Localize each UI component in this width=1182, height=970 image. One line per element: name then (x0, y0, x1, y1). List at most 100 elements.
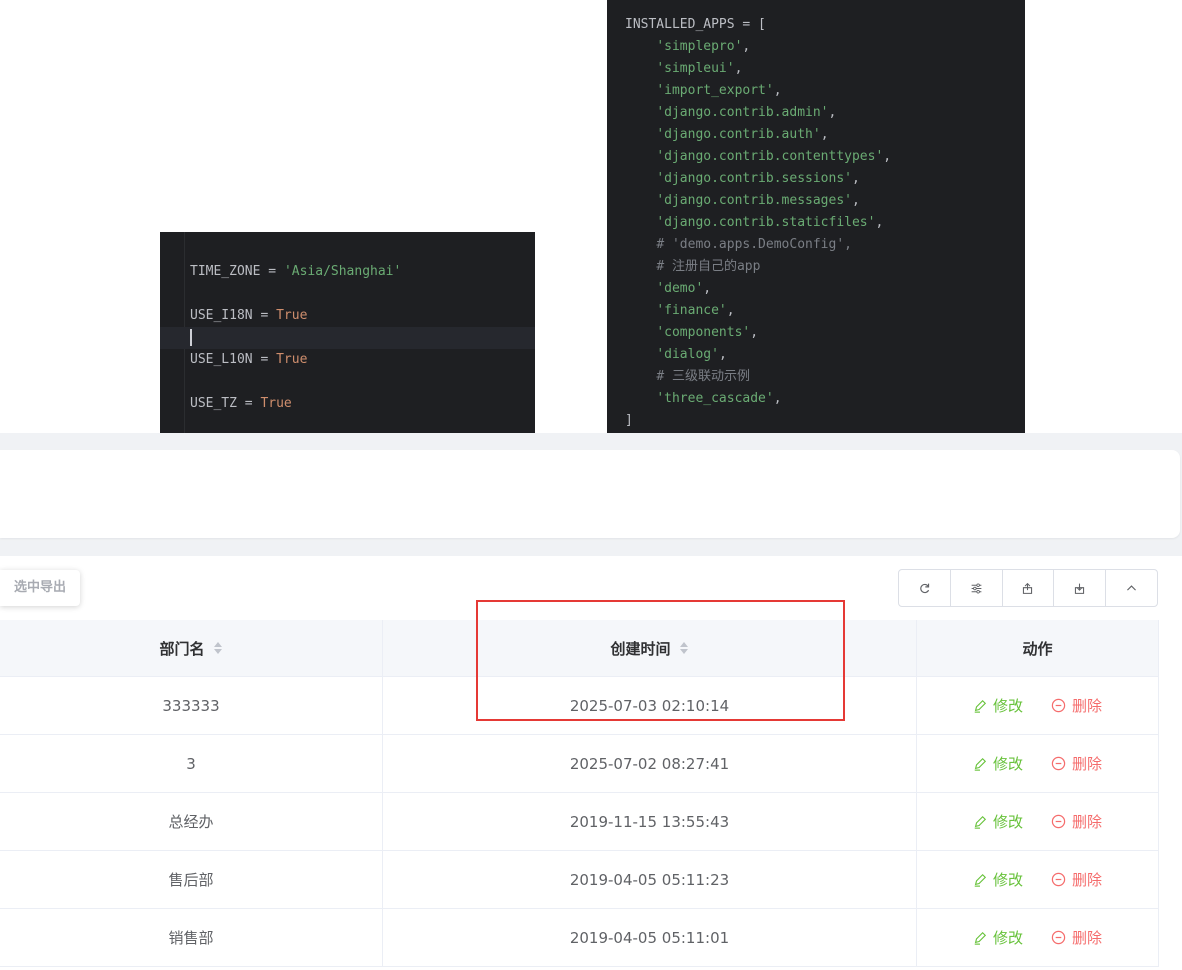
code-line: 'django.contrib.staticfiles', (607, 212, 1025, 234)
code-line: 'dialog', (607, 344, 1025, 366)
edit-label: 修改 (992, 929, 1023, 947)
code-identifier: USE_L10N (190, 352, 253, 367)
sort-icon[interactable] (679, 641, 689, 655)
minus-circle-icon (1051, 698, 1066, 713)
filter-columns-button[interactable] (951, 570, 1003, 606)
code-punctuation: , (851, 193, 860, 208)
code-punctuation: , (734, 61, 743, 76)
refresh-button[interactable] (899, 570, 951, 606)
code-line: USE_L10N = True (160, 349, 535, 371)
delete-button[interactable]: 删除 (1051, 869, 1102, 890)
code-punctuation: , (718, 347, 727, 362)
code-text: 'django.contrib.admin' (656, 105, 829, 120)
code-text: 'import_export' (656, 83, 774, 98)
code-text: 'demo' (656, 281, 704, 296)
code-text: 'finance' (656, 303, 727, 318)
code-text: # 三级联动示例 (656, 369, 750, 384)
code-line: USE_I18N = True (160, 305, 535, 327)
header-actions: 动作 (917, 620, 1159, 676)
code-line: 'django.contrib.contenttypes', (607, 146, 1025, 168)
code-punctuation: , (875, 215, 884, 230)
code-line: 'django.contrib.admin', (607, 102, 1025, 124)
code-punctuation: , (820, 127, 829, 142)
cell-actions: 修改 删除 (917, 909, 1159, 966)
code-line: 'finance', (607, 300, 1025, 322)
code-punctuation: , (703, 281, 712, 296)
edit-icon (974, 757, 987, 771)
header-department[interactable]: 部门名 (0, 620, 383, 676)
edit-button[interactable]: 修改 (973, 869, 1023, 890)
edit-button[interactable]: 修改 (973, 927, 1023, 948)
edit-button[interactable]: 修改 (973, 753, 1023, 774)
edit-label: 修改 (992, 697, 1023, 715)
cell-department: 售后部 (0, 851, 383, 908)
code-value: 'Asia/Shanghai' (283, 264, 402, 279)
delete-label: 删除 (1072, 871, 1103, 889)
code-line: 'django.contrib.sessions', (607, 168, 1025, 190)
code-text: 'django.contrib.contenttypes' (656, 149, 884, 164)
code-identifier: USE_I18N (190, 308, 253, 323)
code-text: # 注册自己的app (656, 259, 761, 274)
import-button[interactable] (1054, 570, 1107, 606)
header-created-time-label: 创建时间 (610, 639, 671, 658)
edit-label: 修改 (992, 813, 1023, 831)
minus-circle-icon (1051, 756, 1066, 771)
code-text: INSTALLED_APPS = [ (625, 17, 766, 32)
export-button[interactable] (1003, 570, 1055, 606)
edit-button[interactable]: 修改 (973, 811, 1023, 832)
cell-actions: 修改 删除 (917, 793, 1159, 850)
collapse-icon (1127, 584, 1137, 591)
collapse-button[interactable] (1106, 570, 1157, 606)
edit-label: 修改 (992, 871, 1023, 889)
table-header-row: 部门名 创建时间 动作 (0, 620, 1159, 677)
code-punctuation: , (773, 83, 782, 98)
code-operator: = (252, 352, 277, 367)
code-punctuation: , (773, 391, 782, 406)
installed-apps-code-snippet: INSTALLED_APPS = [ 'simplepro', 'simpleu… (607, 0, 1025, 433)
delete-button[interactable]: 删除 (1051, 927, 1102, 948)
cell-actions: 修改 删除 (917, 851, 1159, 908)
delete-button[interactable]: 删除 (1051, 695, 1102, 716)
code-text: 'django.contrib.sessions' (656, 171, 852, 186)
code-punctuation: , (828, 105, 837, 120)
code-punctuation: , (750, 325, 759, 340)
header-created-time[interactable]: 创建时间 (383, 620, 917, 676)
code-line: 'three_cascade', (607, 388, 1025, 410)
code-line: 'import_export', (607, 80, 1025, 102)
cell-actions: 修改 删除 (917, 677, 1159, 734)
header-actions-label: 动作 (1022, 639, 1053, 658)
code-line: 'django.contrib.messages', (607, 190, 1025, 212)
refresh-icon (920, 583, 930, 593)
delete-button[interactable]: 删除 (1051, 811, 1102, 832)
delete-button[interactable]: 删除 (1051, 753, 1102, 774)
sort-icon[interactable] (213, 641, 223, 655)
table-row: 3 2025-07-02 08:27:41 修改 删除 (0, 735, 1159, 793)
code-punctuation: , (883, 149, 892, 164)
code-line: 'simplepro', (607, 36, 1025, 58)
code-line (160, 327, 535, 349)
edit-button[interactable]: 修改 (973, 695, 1023, 716)
export-selected-button[interactable]: 选中导出 (0, 570, 80, 606)
minus-circle-icon (1051, 872, 1066, 887)
code-identifier: TIME_ZONE (190, 264, 261, 279)
code-text: 'simplepro' (656, 39, 743, 54)
table-row: 销售部 2019-04-05 05:11:01 修改 删除 (0, 909, 1159, 967)
delete-label: 删除 (1072, 697, 1103, 715)
code-punctuation: , (742, 39, 751, 54)
table-toolbar (898, 569, 1158, 607)
code-line: 'components', (607, 322, 1025, 344)
text-caret (190, 329, 192, 346)
code-line: USE_TZ = True (160, 393, 535, 415)
